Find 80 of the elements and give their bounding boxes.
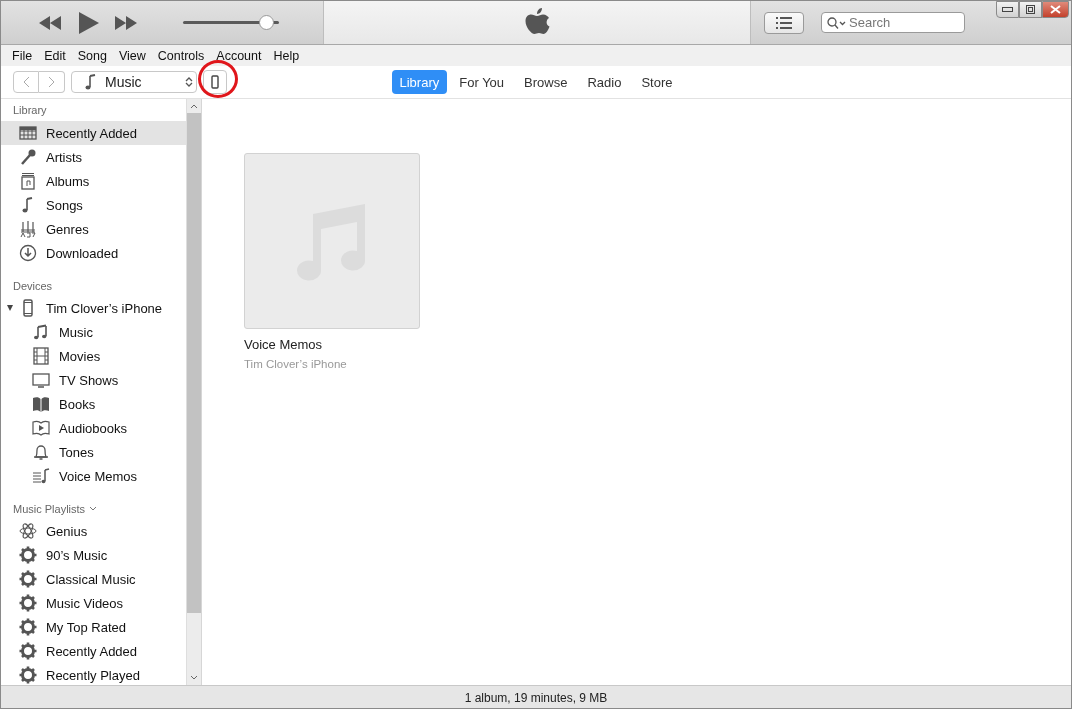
section-header: Devices: [12, 278, 54, 294]
menu-item[interactable]: Edit: [38, 48, 72, 63]
album-subtitle: Tim Clover’s iPhone: [244, 358, 348, 370]
sidebar-item[interactable]: Genres: [1, 217, 186, 241]
sidebar-item[interactable]: 90’s Music: [1, 543, 186, 567]
scrollbar[interactable]: [186, 99, 201, 685]
sidebar-item[interactable]: Movies: [1, 344, 186, 368]
sidebar-item[interactable]: Tones: [1, 440, 186, 464]
bell-icon: [32, 443, 50, 461]
status-text: 1 album, 19 minutes, 9 MB: [464, 691, 608, 705]
gear-icon: [19, 642, 37, 660]
minimize-icon: [1002, 7, 1013, 12]
menu-item[interactable]: Account: [210, 48, 268, 63]
search-icon: [827, 17, 847, 29]
sidebar-item[interactable]: Recently Added: [1, 639, 186, 663]
disclosure-triangle-icon[interactable]: [7, 305, 13, 311]
sidebar-item[interactable]: Downloaded: [1, 241, 186, 265]
gear-icon: [19, 666, 37, 684]
chevron-right-icon: [47, 76, 56, 88]
sidebar-item[interactable]: Tim Clover’s iPhone: [1, 296, 186, 320]
close-icon: [1050, 5, 1061, 14]
film-icon: [32, 347, 50, 365]
maximize-button[interactable]: [1019, 1, 1042, 18]
menu-item[interactable]: View: [112, 48, 152, 63]
album-icon: [19, 172, 37, 190]
sidebar-item[interactable]: Artists: [1, 145, 186, 169]
sidebar-item[interactable]: Books: [1, 392, 186, 416]
sidebar-item[interactable]: Songs: [1, 193, 186, 217]
music-note-icon: [32, 323, 50, 341]
menu-item[interactable]: Controls: [151, 48, 211, 63]
gear-icon: [19, 594, 37, 612]
tab[interactable]: Browse: [516, 70, 576, 94]
grid-icon: [19, 124, 37, 142]
gear-icon: [19, 570, 37, 588]
sidebar-item[interactable]: Music: [1, 320, 186, 344]
sidebar-item[interactable]: Albums: [1, 169, 186, 193]
minimize-button[interactable]: [996, 1, 1019, 18]
download-icon: [19, 244, 37, 262]
audiobook-icon: [32, 419, 50, 437]
sidebar-item[interactable]: Recently Added: [1, 121, 186, 145]
sidebar-item[interactable]: Classical Music: [1, 567, 186, 591]
list-note-icon: [32, 467, 50, 485]
media-picker[interactable]: Music: [71, 71, 197, 93]
rewind-button[interactable]: [39, 15, 61, 30]
sidebar-item[interactable]: Audiobooks: [1, 416, 186, 440]
chevron-left-icon: [22, 76, 30, 88]
restore-icon: [1026, 5, 1035, 14]
play-button[interactable]: [79, 11, 99, 34]
section-header[interactable]: Music Playlists: [1, 488, 186, 519]
chevron-down-icon: [89, 506, 98, 511]
tab[interactable]: Radio: [579, 70, 630, 94]
menu-item[interactable]: Help: [267, 48, 306, 63]
sidebar-item[interactable]: Voice Memos: [1, 464, 186, 488]
gear-icon: [19, 618, 37, 636]
volume-slider[interactable]: [183, 15, 279, 30]
fast-forward-button[interactable]: [115, 15, 137, 30]
phone-icon: [211, 75, 219, 89]
sidebar-item[interactable]: Genius: [1, 519, 186, 543]
sidebar-item[interactable]: My Top Rated: [1, 615, 186, 639]
sidebar-item[interactable]: Recently Played: [1, 663, 186, 685]
menu-item[interactable]: Song: [71, 48, 113, 63]
microphone-icon: [19, 148, 37, 166]
close-button[interactable]: [1042, 1, 1069, 18]
monitor-icon: [32, 371, 50, 389]
up-down-arrows-icon: [185, 76, 193, 88]
menu-item[interactable]: File: [6, 48, 39, 63]
atom-icon: [19, 522, 37, 540]
list-icon: [776, 16, 792, 29]
section-header: Library: [12, 103, 48, 118]
book-icon: [32, 395, 50, 413]
sidebar-item[interactable]: TV Shows: [1, 368, 186, 392]
gear-icon: [19, 546, 37, 564]
search-field[interactable]: Search: [821, 12, 965, 33]
sidebar-item[interactable]: Music Videos: [1, 591, 186, 615]
device-button[interactable]: [203, 70, 227, 94]
tab[interactable]: For You: [451, 70, 513, 94]
album-title[interactable]: Voice Memos: [244, 337, 420, 352]
tab[interactable]: Store: [633, 70, 681, 94]
list-view-button[interactable]: [764, 11, 804, 34]
instruments-icon: [19, 220, 37, 238]
